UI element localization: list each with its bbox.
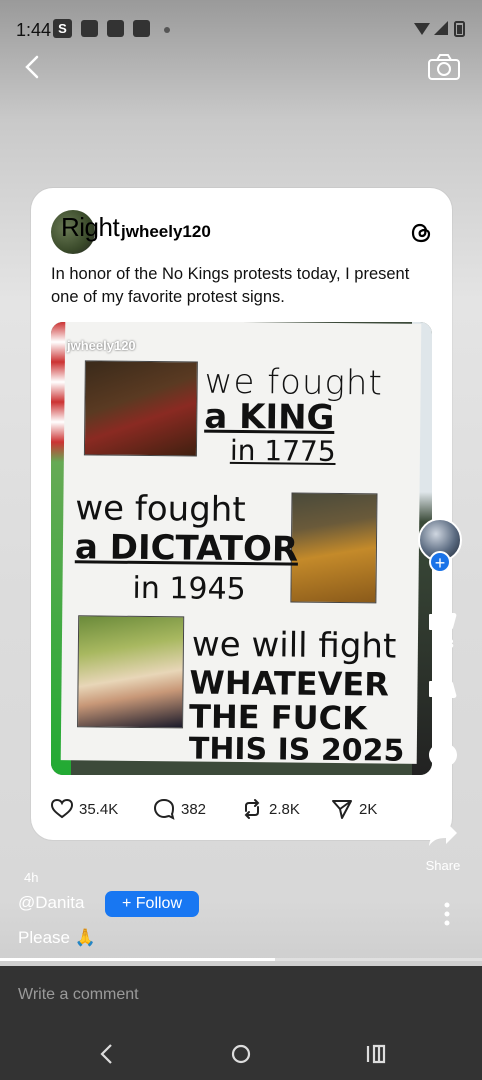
camera-button[interactable] xyxy=(426,52,462,82)
repost-count: 2.8K xyxy=(269,800,300,818)
follow-plus-button[interactable]: + xyxy=(429,551,451,573)
comment-input[interactable]: Write a comment xyxy=(18,986,139,1004)
send-count: 2K xyxy=(359,800,378,818)
post-author-username[interactable]: jwheely120 xyxy=(121,222,211,242)
post-caption: In honor of the No Kings protests today,… xyxy=(51,265,410,306)
comments-icon[interactable] xyxy=(428,742,458,772)
sign-line: THIS IS 2025 xyxy=(188,731,405,769)
heart-icon xyxy=(51,799,73,819)
video-progress-bar[interactable] xyxy=(0,958,482,961)
comment-bar: Write a comment xyxy=(0,966,482,1028)
signal-battery-icons xyxy=(414,21,465,37)
share-label[interactable]: Share xyxy=(413,858,473,873)
thumbs-up-icon[interactable] xyxy=(428,603,458,631)
sign-line: a KING xyxy=(204,396,335,438)
notification-icon xyxy=(81,20,98,37)
back-button[interactable] xyxy=(18,52,48,82)
sign-line: we will fight xyxy=(191,624,397,667)
send-icon xyxy=(332,800,352,819)
dictator-portrait xyxy=(290,492,378,604)
sign-line: in 1775 xyxy=(229,433,336,468)
like-count-rail: 213 xyxy=(432,636,454,651)
thumbs-down-icon[interactable] xyxy=(428,680,458,708)
more-options-icon[interactable] xyxy=(438,900,456,928)
image-watermark: jwheely120 xyxy=(67,338,136,353)
camera-icon xyxy=(428,54,460,80)
sign-line: in 1945 xyxy=(132,570,246,608)
politician-portrait xyxy=(77,615,185,729)
post-card[interactable]: Right jwheely120 In honor of the No King… xyxy=(31,188,452,840)
king-portrait xyxy=(83,360,198,457)
carrier-badge: S xyxy=(53,19,72,38)
repost-icon xyxy=(244,799,260,819)
system-nav-bar xyxy=(0,1028,482,1080)
comment-bubble-icon xyxy=(153,798,175,820)
sign-line: we fought xyxy=(75,488,246,531)
post-time-ago: 4h xyxy=(24,870,39,885)
post-actions: 35.4K 382 2.8K 2K xyxy=(51,796,432,822)
notification-icon xyxy=(133,20,150,37)
notification-icon xyxy=(107,20,124,37)
chevron-left-icon xyxy=(25,55,39,79)
protest-sign-photo[interactable]: we fought a KING in 1775 we fought a DIC… xyxy=(51,322,432,775)
repost-action[interactable]: 2.8K xyxy=(241,796,300,822)
video-caption: Please 🙏 xyxy=(18,928,96,947)
like-count: 35.4K xyxy=(79,800,119,818)
threads-logo-icon xyxy=(411,223,431,243)
overlay-text: Right xyxy=(61,212,120,242)
send-action[interactable]: 2K xyxy=(331,796,377,822)
share-arrow-icon[interactable] xyxy=(428,820,458,848)
like-action[interactable]: 35.4K xyxy=(51,796,118,822)
video-progress-fill xyxy=(0,958,275,961)
sign-line: a DICTATOR xyxy=(74,527,299,570)
reply-count: 382 xyxy=(181,800,207,818)
more-notifications-icon xyxy=(164,27,170,33)
nav-home-icon[interactable] xyxy=(227,1040,255,1068)
protest-sign: we fought a KING in 1775 we fought a DIC… xyxy=(60,322,422,769)
uploader-handle[interactable]: @Danita xyxy=(18,893,84,913)
nav-back-icon[interactable] xyxy=(93,1040,121,1068)
comment-count-rail: 21 xyxy=(435,780,451,795)
follow-button[interactable]: + Follow xyxy=(105,891,199,917)
status-bar: 1:44 S xyxy=(0,0,482,60)
status-time: 1:44 xyxy=(16,20,52,40)
reply-action[interactable]: 382 xyxy=(153,796,206,822)
nav-recents-icon[interactable] xyxy=(362,1040,390,1068)
